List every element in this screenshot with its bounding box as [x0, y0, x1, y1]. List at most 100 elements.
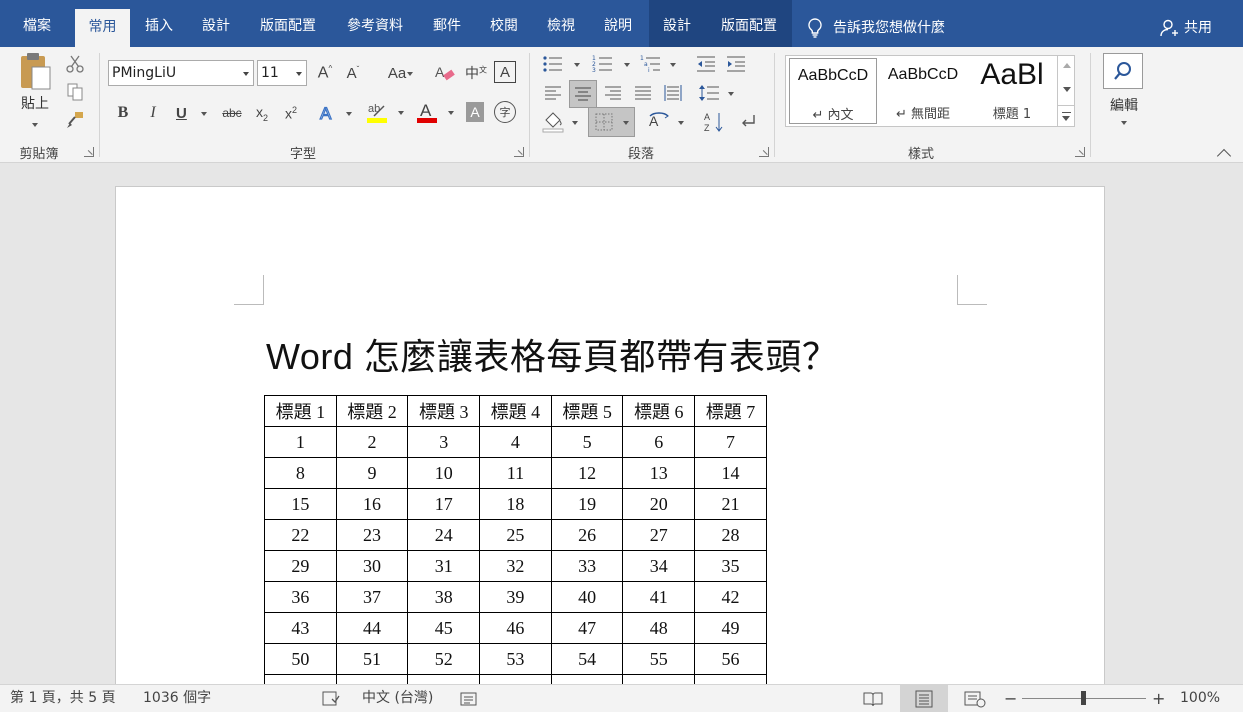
shrink-font-button[interactable]: Aˇ	[341, 61, 365, 85]
table-cell[interactable]: 41	[622, 581, 696, 613]
table-cell[interactable]: 15	[264, 488, 337, 520]
distributed-button[interactable]	[660, 80, 686, 106]
document-page[interactable]: Word 怎麼讓表格每頁都帶有表頭？ 標題 1 標題 2 標題 3 標題 4 標題 5標…	[115, 186, 1105, 684]
font-size-combo[interactable]: 11	[257, 60, 307, 86]
table-cell[interactable]: 43	[264, 612, 337, 644]
align-right-button[interactable]	[600, 80, 626, 106]
table-header-cell[interactable]: 標題 7	[694, 395, 767, 427]
font-name-combo[interactable]: PMingLiU	[108, 60, 254, 86]
justify-button[interactable]	[630, 80, 656, 106]
shading-button[interactable]	[540, 109, 584, 135]
table-cell[interactable]: 52	[407, 643, 481, 675]
table-cell[interactable]: 38	[407, 581, 481, 613]
tab-mailings[interactable]: 郵件	[419, 8, 475, 47]
table-cell[interactable]: 28	[694, 519, 767, 551]
table-cell[interactable]: 25	[479, 519, 552, 551]
table-cell[interactable]: 32	[479, 550, 552, 582]
borders-button[interactable]	[588, 107, 635, 137]
word-count[interactable]: 1036 個字	[143, 685, 211, 712]
table-cell[interactable]: 5	[550, 426, 624, 458]
zoom-in-button[interactable]: +	[1152, 685, 1165, 712]
collapse-ribbon-icon[interactable]	[1216, 148, 1232, 164]
multilevel-list-button[interactable]: 1ai	[638, 53, 682, 75]
tab-layout[interactable]: 版面配置	[245, 8, 331, 47]
table-cell[interactable]: 46	[479, 612, 552, 644]
increase-indent-button[interactable]	[724, 53, 748, 75]
table-cell[interactable]: 2	[335, 426, 409, 458]
table-cell[interactable]: 8	[264, 457, 337, 489]
table-cell[interactable]: 60	[479, 674, 552, 684]
editing-label[interactable]: 編輯	[1103, 95, 1145, 115]
phonetic-guide-button[interactable]: 中文	[464, 61, 488, 85]
table-cell[interactable]: 27	[622, 519, 696, 551]
table-cell[interactable]: 9	[335, 457, 409, 489]
tab-insert[interactable]: 插入	[131, 8, 187, 47]
text-effects-button[interactable]: A	[316, 101, 356, 125]
bullets-button[interactable]	[540, 53, 586, 75]
table-cell[interactable]: 50	[264, 643, 337, 675]
table-cell[interactable]: 34	[622, 550, 696, 582]
tab-help[interactable]: 說明	[590, 8, 646, 47]
change-case-button[interactable]: Aa	[377, 61, 417, 85]
table-cell[interactable]: 57	[264, 674, 337, 684]
line-spacing-button[interactable]	[696, 80, 740, 106]
align-center-button[interactable]	[569, 80, 597, 108]
table-cell[interactable]: 1	[264, 426, 337, 458]
table-header-cell[interactable]: 標題 4	[479, 395, 552, 427]
paragraph-dialog-launcher[interactable]	[759, 147, 769, 157]
table-cell[interactable]: 31	[407, 550, 481, 582]
table-cell[interactable]: 36	[264, 581, 337, 613]
grow-font-button[interactable]: A^	[313, 61, 337, 85]
table-cell[interactable]: 30	[335, 550, 409, 582]
table-cell[interactable]: 22	[264, 519, 337, 551]
document-heading[interactable]: Word 怎麼讓表格每頁都帶有表頭？	[266, 328, 838, 380]
tab-view[interactable]: 檢視	[533, 8, 589, 47]
table-cell[interactable]: 45	[407, 612, 481, 644]
tab-home[interactable]: 常用	[75, 9, 130, 47]
style-no-spacing[interactable]: AaBbCcD ↵ 無間距	[879, 58, 967, 124]
table-cell[interactable]: 63	[694, 674, 767, 684]
scroll-down-icon[interactable]	[1063, 87, 1071, 92]
highlight-color-button[interactable]: ab	[364, 99, 408, 125]
align-left-button[interactable]	[540, 80, 566, 106]
table-cell[interactable]: 58	[335, 674, 409, 684]
table-cell[interactable]: 16	[335, 488, 409, 520]
find-button[interactable]	[1103, 53, 1143, 89]
table-cell[interactable]: 35	[694, 550, 767, 582]
table-cell[interactable]: 51	[335, 643, 409, 675]
font-dialog-launcher[interactable]	[514, 147, 524, 157]
share-button[interactable]: 共用	[1160, 8, 1212, 47]
read-mode-button[interactable]	[863, 685, 883, 712]
tab-review[interactable]: 校閱	[476, 8, 532, 47]
table-cell[interactable]: 47	[550, 612, 624, 644]
cut-button[interactable]	[64, 53, 86, 75]
format-painter-button[interactable]	[64, 109, 86, 131]
table-cell[interactable]: 55	[622, 643, 696, 675]
proofing-status[interactable]	[322, 685, 340, 712]
font-color-button[interactable]: A	[414, 99, 458, 125]
decrease-indent-button[interactable]	[694, 53, 718, 75]
table-cell[interactable]: 18	[479, 488, 552, 520]
underline-button[interactable]: U	[171, 101, 209, 125]
table-header-cell[interactable]: 標題 5	[550, 395, 624, 427]
character-border-button[interactable]: A	[494, 61, 516, 83]
table-cell[interactable]: 29	[264, 550, 337, 582]
paste-button[interactable]: 貼上	[12, 51, 58, 131]
table-cell[interactable]: 53	[479, 643, 552, 675]
document-table[interactable]: 標題 1 標題 2 標題 3 標題 4 標題 5 標題 6 標題 7 1 2 3 4 5 6 7 8 9 10 1…	[264, 395, 767, 684]
tab-table-design[interactable]: 設計	[649, 8, 705, 47]
table-cell[interactable]: 37	[335, 581, 409, 613]
clear-formatting-button[interactable]: A	[433, 61, 457, 85]
page-count[interactable]: 第 1 頁，共 5 頁	[10, 685, 116, 712]
tell-me-search[interactable]: 告訴我您想做什麼	[807, 8, 945, 47]
italic-button[interactable]: I	[142, 101, 164, 125]
web-layout-button[interactable]	[964, 685, 986, 712]
zoom-out-button[interactable]: −	[1004, 685, 1017, 712]
table-cell[interactable]: 19	[550, 488, 624, 520]
language-status[interactable]: 中文 (台灣)	[362, 685, 433, 712]
table-cell[interactable]: 4	[479, 426, 552, 458]
table-cell[interactable]: 24	[407, 519, 481, 551]
table-cell[interactable]: 33	[550, 550, 624, 582]
table-cell[interactable]: 62	[622, 674, 696, 684]
styles-dialog-launcher[interactable]	[1075, 147, 1085, 157]
